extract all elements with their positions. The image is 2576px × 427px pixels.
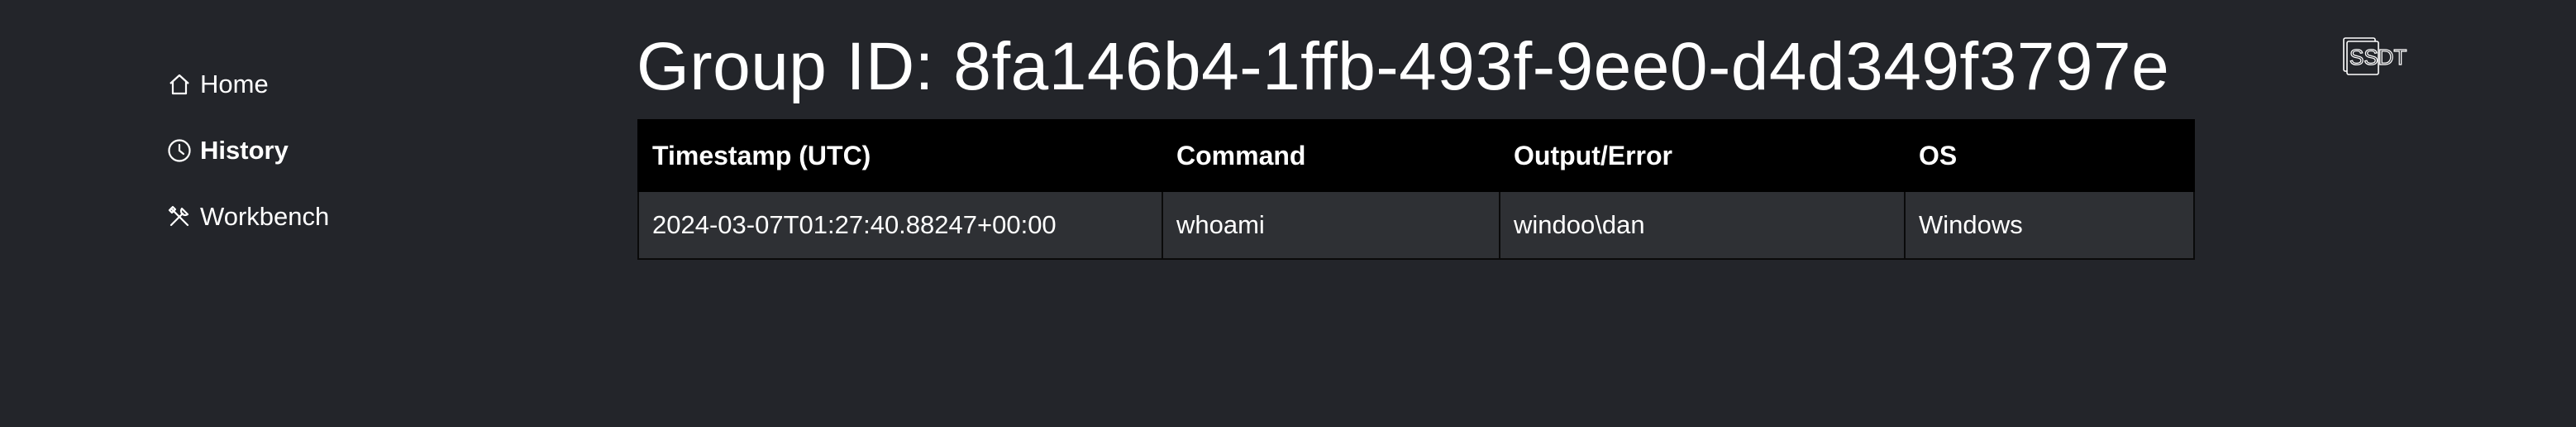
logo: SSDT (2343, 36, 2426, 78)
page-title: Group ID: 8fa146b4-1ffb-493f-9ee0-d4d349… (637, 29, 2170, 104)
clock-icon (165, 137, 193, 165)
column-header-os: OS (1904, 119, 2195, 192)
sidebar-item-workbench[interactable]: Workbench (165, 197, 496, 237)
page: Home History Workbench Group ID: 8fa146b… (0, 0, 2576, 427)
sidebar-item-history[interactable]: History (165, 131, 496, 170)
logo-text: SSDT (2349, 45, 2407, 70)
cell-output: windoo\dan (1499, 190, 1906, 260)
history-table-wrapper: Timestamp (UTC) Command Output/Error OS … (637, 119, 2195, 260)
sidebar-item-label: Home (200, 70, 269, 98)
table-header-row: Timestamp (UTC) Command Output/Error OS (637, 119, 2195, 192)
home-icon (165, 70, 193, 98)
cell-timestamp: 2024-03-07T01:27:40.88247+00:00 (637, 190, 1163, 260)
sidebar-item-label: History (200, 136, 289, 165)
cell-os: Windows (1904, 190, 2195, 260)
sidebar-item-home[interactable]: Home (165, 65, 496, 104)
cell-command: whoami (1162, 190, 1500, 260)
column-header-output: Output/Error (1499, 119, 1906, 192)
history-table: Timestamp (UTC) Command Output/Error OS … (637, 119, 2195, 260)
sidebar-nav: Home History Workbench (165, 65, 496, 263)
table-row: 2024-03-07T01:27:40.88247+00:00 whoami w… (637, 190, 2195, 260)
sidebar-item-label: Workbench (200, 202, 330, 231)
tools-icon (165, 203, 193, 231)
column-header-command: Command (1162, 119, 1500, 192)
column-header-timestamp: Timestamp (UTC) (637, 119, 1163, 192)
